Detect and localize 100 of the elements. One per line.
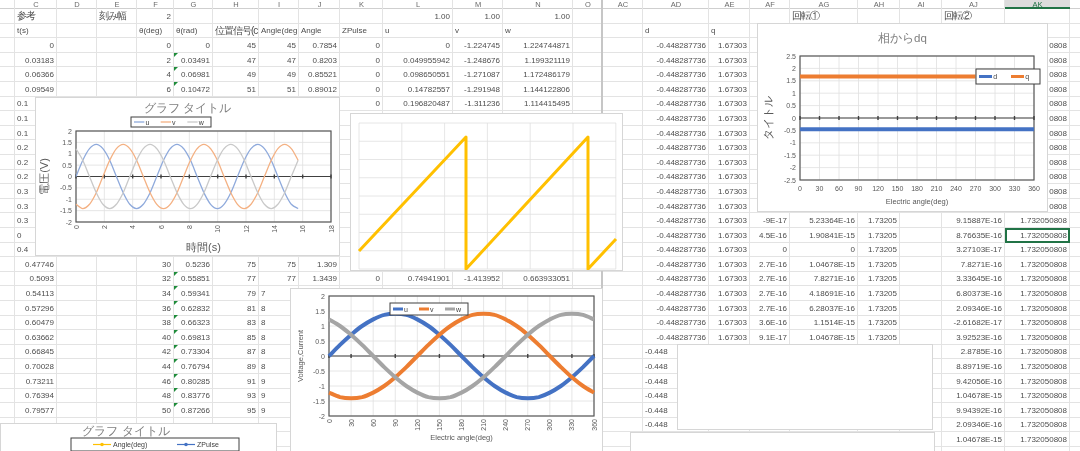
cell-text[interactable]: -0.448287736: [656, 303, 706, 313]
cell-text[interactable]: 1.732050808: [1020, 362, 1067, 372]
cell-text[interactable]: 0.47746: [25, 259, 54, 269]
cell-text[interactable]: 9: [261, 391, 266, 401]
cell-text[interactable]: 0.03491: [181, 55, 210, 65]
cell-text[interactable]: 0.76394: [25, 391, 54, 401]
cell-text[interactable]: 0.57296: [25, 303, 54, 313]
cell-text[interactable]: 1.732050808: [1020, 303, 1067, 313]
cell-text[interactable]: 0.79577: [25, 405, 54, 415]
cell-text[interactable]: 1.67303: [718, 332, 747, 342]
cell-text[interactable]: 4.18691E-16: [809, 289, 855, 299]
cell-text[interactable]: 1.04678E-15: [809, 332, 855, 342]
cell-text[interactable]: 0.2: [17, 172, 29, 182]
cell-text[interactable]: 8: [261, 332, 266, 342]
cell-text[interactable]: -0.448287736: [656, 172, 706, 182]
cell-text[interactable]: 75: [287, 259, 296, 269]
cell-text[interactable]: 1.73205: [868, 216, 897, 226]
cell-text[interactable]: -0.448287736: [656, 332, 706, 342]
cell-text[interactable]: 1.00: [484, 11, 500, 21]
cell-text[interactable]: 1.90841E-15: [809, 230, 855, 240]
cell-text[interactable]: 1.73205: [868, 259, 897, 269]
cell-text[interactable]: 0.4: [17, 245, 29, 255]
cell-text[interactable]: 0.5236: [185, 259, 210, 269]
cell-text[interactable]: 1.67303: [718, 303, 747, 313]
cell-text[interactable]: 0.59341: [181, 289, 210, 299]
cell-text[interactable]: 0808: [1049, 113, 1067, 123]
cell-text[interactable]: -0.448287736: [656, 289, 706, 299]
cell-text[interactable]: 1.732050808: [1020, 435, 1067, 444]
cell-text[interactable]: 2.8785E-16: [960, 347, 1002, 357]
cell-text[interactable]: 参考: [17, 9, 35, 24]
cell-text[interactable]: d: [645, 26, 650, 36]
cell-text[interactable]: 83: [247, 318, 256, 328]
cell-text[interactable]: 0.196820487: [403, 99, 450, 109]
cell-text[interactable]: 0.70028: [25, 362, 54, 372]
cell-text[interactable]: 0808: [1049, 172, 1067, 182]
cell-text[interactable]: -1.311236: [464, 99, 500, 109]
cell-text[interactable]: 8: [261, 303, 266, 313]
cell-text[interactable]: ZPulse: [342, 26, 367, 36]
cell-text[interactable]: 0808: [1049, 201, 1067, 211]
cell-text[interactable]: 0.69813: [181, 332, 210, 342]
selection-frame[interactable]: 1.732050808: [1005, 227, 1070, 243]
cell-text[interactable]: -0.448287736: [656, 245, 706, 255]
cell-text[interactable]: 刻み幅: [99, 9, 126, 24]
cell-text[interactable]: 2.7E-16: [758, 274, 787, 284]
cell-text[interactable]: 9.94392E-16: [956, 405, 1002, 415]
cell-text[interactable]: u: [385, 26, 390, 36]
cell-text[interactable]: 1.732050808: [1020, 289, 1067, 299]
cell-text[interactable]: 5.23364E-16: [809, 216, 855, 226]
cell-text[interactable]: 0.87266: [181, 405, 210, 415]
cell-text[interactable]: 0.7854: [312, 41, 337, 50]
cell-text[interactable]: 1.732050808: [1020, 391, 1067, 401]
cell-text[interactable]: 0: [782, 245, 787, 255]
cell-text[interactable]: -1.271087: [463, 70, 500, 80]
cell-text[interactable]: 51: [287, 84, 296, 94]
cell-text[interactable]: 0808: [1049, 186, 1067, 196]
cell-text[interactable]: 8: [261, 347, 266, 357]
cell-text[interactable]: -0.448287736: [656, 113, 706, 123]
cell-text[interactable]: 2.09346E-16: [956, 303, 1002, 313]
cell-text[interactable]: 4: [166, 70, 171, 80]
cell-text[interactable]: 0.09549: [25, 84, 54, 94]
cell-text[interactable]: 1.172486179: [523, 70, 570, 80]
cell-text[interactable]: 1.00: [434, 11, 450, 21]
cell-text[interactable]: 1.67303: [718, 186, 747, 196]
cell-text[interactable]: 0.03183: [25, 55, 54, 65]
cell-text[interactable]: 0.74941901: [407, 274, 450, 284]
cell-text[interactable]: 1.732050808: [1020, 420, 1067, 430]
cell-text[interactable]: 0808: [1049, 99, 1067, 109]
cell-text[interactable]: -0.448287736: [656, 157, 706, 167]
cell-text[interactable]: 0: [49, 41, 54, 50]
cell-text[interactable]: 46: [162, 376, 171, 386]
cell-text[interactable]: 1.224744871: [523, 41, 570, 50]
cell-text[interactable]: 0.83776: [181, 391, 210, 401]
cell-text[interactable]: 81: [247, 303, 256, 313]
cell-text[interactable]: 4.5E-16: [758, 230, 787, 240]
cell-text[interactable]: Angle(deg: [261, 26, 298, 36]
cell-text[interactable]: 1.73205: [868, 303, 897, 313]
cell-text[interactable]: 0: [375, 84, 380, 94]
cell-text[interactable]: 8: [261, 318, 266, 328]
cell-text[interactable]: 0: [850, 245, 855, 255]
cell-text[interactable]: -0.448: [645, 347, 668, 357]
cell-text[interactable]: 1.04678E-15: [956, 391, 1002, 401]
cell-text[interactable]: 2: [166, 55, 171, 65]
cell-text[interactable]: 0: [17, 230, 22, 240]
cell-text[interactable]: 0.1: [17, 128, 29, 138]
cell-text[interactable]: 6.80373E-16: [956, 289, 1002, 299]
cell-text[interactable]: 7.8271E-16: [813, 274, 855, 284]
cell-text[interactable]: 1.67303: [718, 55, 747, 65]
cell-text[interactable]: -0.448287736: [656, 70, 706, 80]
cell-text[interactable]: w: [505, 26, 511, 36]
cell-text[interactable]: -0.448287736: [656, 99, 706, 109]
cell-text[interactable]: 0.63662: [25, 332, 54, 342]
cell-text[interactable]: 1.67303: [718, 201, 747, 211]
cell-text[interactable]: v: [455, 26, 459, 36]
cell-text[interactable]: θ(rad): [176, 26, 198, 36]
cell-text[interactable]: 0.54113: [25, 289, 54, 299]
cell-text[interactable]: 0.3: [17, 216, 29, 226]
cell-text[interactable]: 0.76794: [181, 362, 210, 372]
cell-text[interactable]: 1.199321119: [524, 55, 570, 65]
cell-text[interactable]: -0.448287736: [656, 201, 706, 211]
cell-text[interactable]: 1.732050808: [1020, 332, 1067, 342]
